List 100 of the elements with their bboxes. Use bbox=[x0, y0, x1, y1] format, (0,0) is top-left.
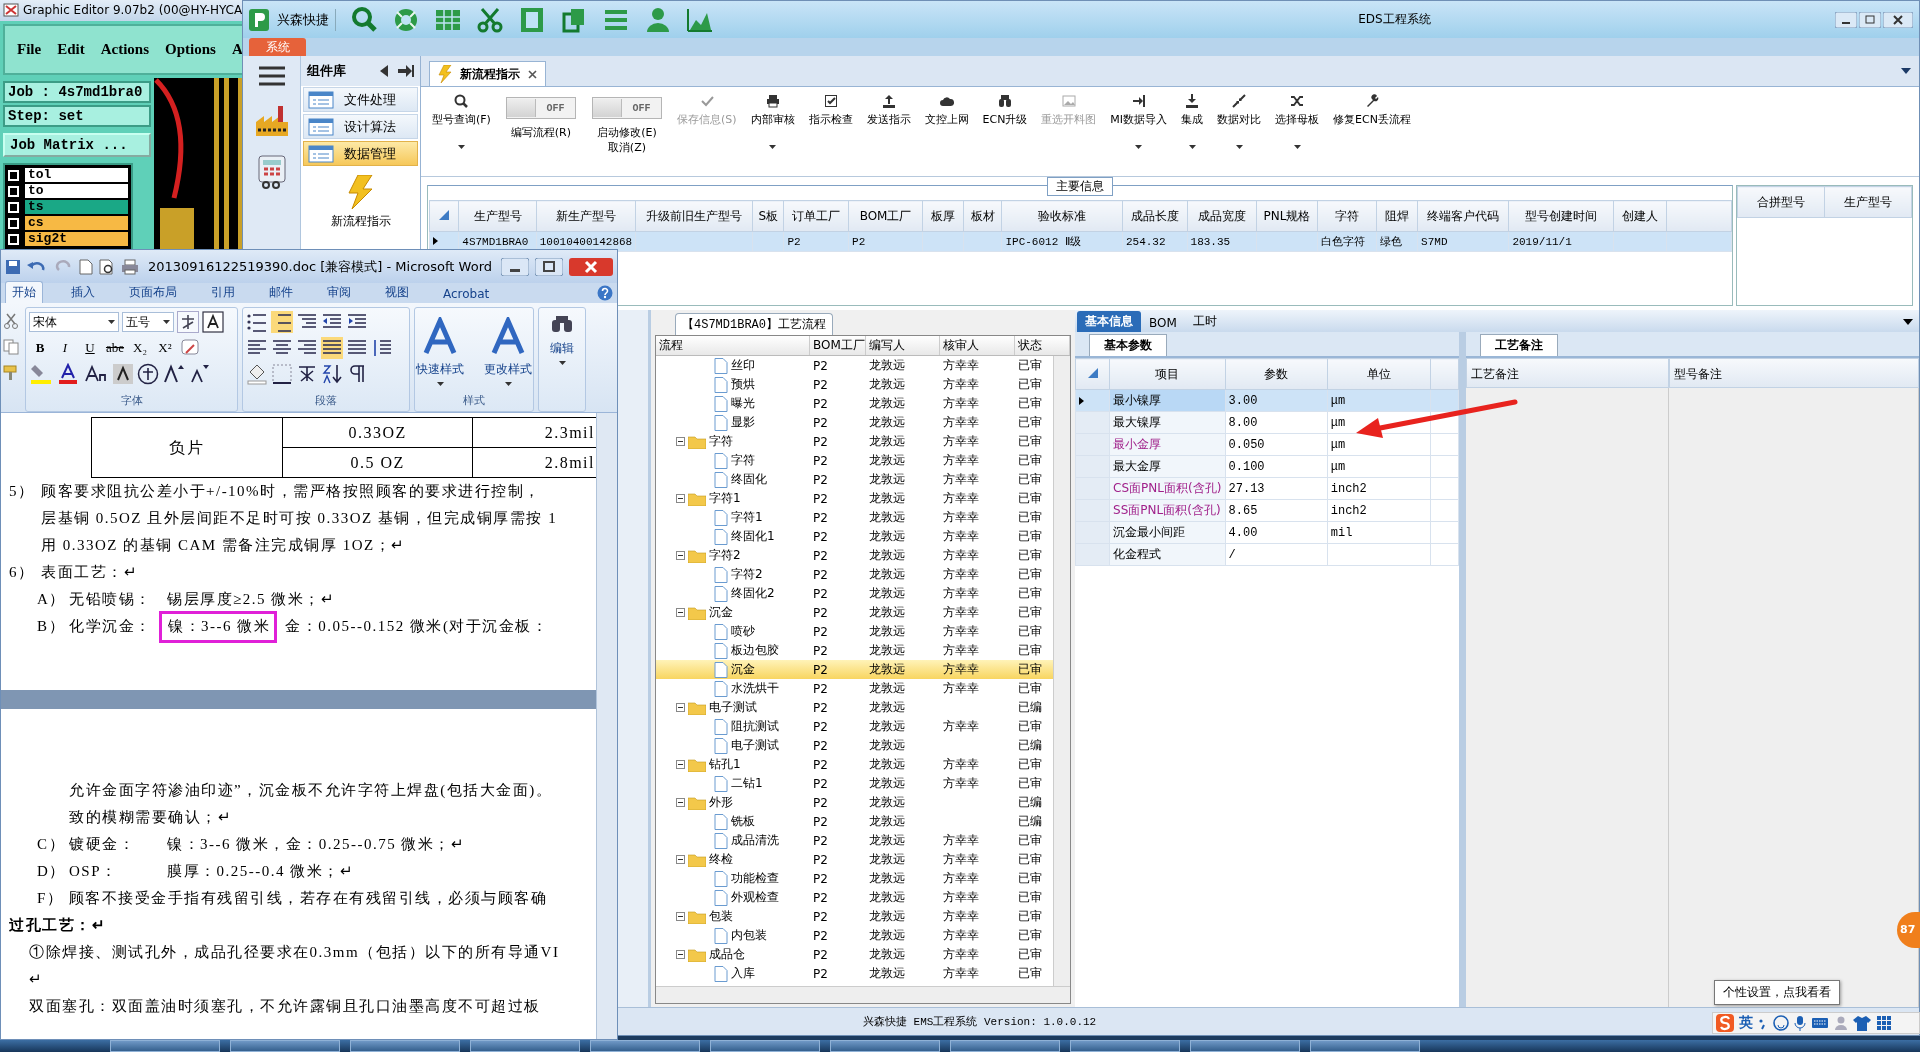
collapse-box[interactable] bbox=[676, 703, 685, 712]
toolbar-button[interactable]: 选择母板 bbox=[1270, 91, 1325, 176]
tree-row[interactable]: 字符2 P2 龙敦远 方幸幸 已审 bbox=[656, 546, 1053, 565]
numbered-list-icon[interactable] bbox=[271, 311, 293, 333]
toggle-switch[interactable]: OFF bbox=[505, 97, 576, 119]
paint-bucket-icon[interactable] bbox=[246, 363, 268, 385]
toolbar-button[interactable]: 指示检查 bbox=[803, 91, 858, 176]
printer-icon[interactable] bbox=[121, 258, 139, 275]
collapse-box[interactable] bbox=[676, 608, 685, 617]
print-preview-icon[interactable] bbox=[99, 258, 115, 275]
tree-row[interactable]: 字符 P2 龙敦远 方幸幸 已审 bbox=[656, 432, 1053, 451]
style-button[interactable]: 快速样式 bbox=[410, 315, 470, 387]
panel-tab[interactable]: 工艺备注 bbox=[1480, 334, 1558, 356]
chinese-layout-icon[interactable] bbox=[296, 363, 318, 385]
tree-row[interactable]: 显影 P2 龙敦远 方幸幸 已审 bbox=[656, 413, 1053, 432]
collapse-box[interactable] bbox=[676, 494, 685, 503]
tree-row[interactable]: 终固化 P2 龙敦远 方幸幸 已审 bbox=[656, 470, 1053, 489]
ime-logo-icon[interactable] bbox=[1716, 1014, 1734, 1032]
document-icon[interactable] bbox=[79, 258, 93, 275]
format-button[interactable]: X₂ bbox=[129, 337, 151, 359]
taskbar-button[interactable] bbox=[1070, 1040, 1180, 1052]
checkbox[interactable] bbox=[8, 169, 19, 181]
minimize-button[interactable] bbox=[1835, 11, 1857, 28]
close-button[interactable] bbox=[1883, 11, 1913, 28]
microphone-icon[interactable] bbox=[1794, 1015, 1806, 1031]
menu-item[interactable]: Edit bbox=[57, 40, 85, 58]
tree-row[interactable]: 沉金 P2 龙敦远 方幸幸 已审 bbox=[656, 660, 1053, 679]
taskbar-button[interactable] bbox=[830, 1040, 940, 1052]
ribbon-tab[interactable]: 页面布局 bbox=[123, 282, 183, 303]
toggle-switch[interactable]: OFF bbox=[591, 97, 662, 119]
tree-row[interactable]: 成品仓 P2 龙敦远 方幸幸 已审 bbox=[656, 945, 1053, 964]
tree-row[interactable]: 电子测试 P2 龙敦远 已编 bbox=[656, 736, 1053, 755]
format-button[interactable]: U bbox=[79, 337, 101, 359]
document-tab[interactable]: 新流程指示 bbox=[429, 61, 546, 86]
panel-tab[interactable]: 【4S7MD1BRA0】工艺流程 bbox=[675, 313, 833, 335]
collapse-box[interactable] bbox=[676, 912, 685, 921]
scrollbar[interactable] bbox=[656, 986, 1070, 1003]
ribbon-tab[interactable]: Acrobat bbox=[437, 285, 496, 303]
tree-row[interactable]: 阻抗测试 P2 龙敦远 方幸幸 已审 bbox=[656, 717, 1053, 736]
keyboard-icon[interactable] bbox=[1811, 1016, 1829, 1030]
ribbon-tab[interactable]: 审阅 bbox=[321, 282, 357, 303]
input-mode[interactable]: 英 bbox=[1739, 1014, 1753, 1032]
toolbar-button[interactable]: 型号查询(F) bbox=[427, 91, 496, 176]
layer-name[interactable]: to bbox=[25, 184, 128, 198]
phonetic-icon[interactable] bbox=[177, 311, 199, 333]
scissors-icon[interactable] bbox=[476, 5, 504, 34]
close-button[interactable] bbox=[569, 257, 613, 276]
tree-row[interactable]: 外观检查 P2 龙敦远 方幸幸 已审 bbox=[656, 888, 1053, 907]
dropdown-icon[interactable] bbox=[1903, 319, 1913, 325]
taskbar-button[interactable] bbox=[110, 1040, 220, 1052]
close-icon[interactable] bbox=[528, 69, 537, 79]
tree-row[interactable]: 曝光 P2 龙敦远 方幸幸 已审 bbox=[656, 394, 1053, 413]
style-button[interactable]: 更改样式 bbox=[478, 315, 538, 387]
bullet-list-icon[interactable] bbox=[246, 311, 268, 333]
tree-row[interactable]: 成品清洗 P2 龙敦远 方幸幸 已审 bbox=[656, 831, 1053, 850]
scrollbar[interactable] bbox=[1053, 356, 1070, 986]
font-size-field[interactable]: 五号 bbox=[122, 312, 174, 332]
menu-item[interactable]: Options bbox=[165, 40, 216, 58]
grow-font-icon[interactable] bbox=[162, 363, 184, 385]
tree-row[interactable]: 字符1 P2 龙敦远 方幸幸 已审 bbox=[656, 508, 1053, 527]
justify-icon[interactable] bbox=[321, 337, 343, 359]
pin-icon[interactable] bbox=[398, 64, 414, 78]
toolbar-button[interactable]: 修复ECN丢流程 bbox=[1328, 91, 1416, 176]
collapse-box[interactable] bbox=[676, 437, 685, 446]
minimize-button[interactable] bbox=[501, 257, 529, 276]
shading-icon[interactable] bbox=[112, 363, 134, 385]
taskbar-button[interactable] bbox=[950, 1040, 1060, 1052]
nav-item[interactable]: 数据管理 bbox=[303, 141, 418, 166]
layer-name[interactable]: ts bbox=[25, 200, 128, 214]
collapse-box[interactable] bbox=[676, 798, 685, 807]
taskbar-button[interactable] bbox=[1190, 1040, 1300, 1052]
tree-row[interactable]: 内包装 P2 龙敦远 方幸幸 已审 bbox=[656, 926, 1053, 945]
collapse-icon[interactable] bbox=[380, 65, 388, 77]
tree-row[interactable]: 丝印 P2 龙敦远 方幸幸 已审 bbox=[656, 356, 1053, 375]
tree-row[interactable]: 终固化2 P2 龙敦远 方幸幸 已审 bbox=[656, 584, 1053, 603]
toolbar-button[interactable]: ECN升级 bbox=[977, 91, 1033, 176]
maximize-button[interactable] bbox=[535, 257, 563, 276]
tree-row[interactable]: 沉金 P2 龙敦远 方幸幸 已审 bbox=[656, 603, 1053, 622]
collapse-box[interactable] bbox=[676, 855, 685, 864]
taskbar-button[interactable] bbox=[1310, 1040, 1420, 1052]
tree-row[interactable]: 字符 P2 龙敦远 方幸幸 已审 bbox=[656, 451, 1053, 470]
toolbar-button[interactable]: 集成 bbox=[1176, 91, 1209, 176]
tree-row[interactable]: 板边包胶 P2 龙敦远 方幸幸 已审 bbox=[656, 641, 1053, 660]
grid-icon[interactable] bbox=[1876, 1015, 1892, 1031]
nav-item[interactable]: 设计算法 bbox=[303, 114, 418, 139]
collapse-box[interactable] bbox=[676, 950, 685, 959]
format-button[interactable]: B bbox=[29, 337, 51, 359]
collapse-box[interactable] bbox=[676, 551, 685, 560]
taskbar-button[interactable] bbox=[710, 1040, 820, 1052]
menu-item[interactable]: Actions bbox=[100, 40, 149, 58]
tree-row[interactable]: 钻孔1 P2 龙敦远 方幸幸 已审 bbox=[656, 755, 1053, 774]
taskbar-button[interactable] bbox=[350, 1040, 460, 1052]
tree-row[interactable]: 包装 P2 龙敦远 方幸幸 已审 bbox=[656, 907, 1053, 926]
format-button[interactable]: X² bbox=[154, 337, 176, 359]
nav-item[interactable]: 文件处理 bbox=[303, 87, 418, 112]
tree-row[interactable]: 外形 P2 龙敦远 已编 bbox=[656, 793, 1053, 812]
taskbar-button[interactable] bbox=[590, 1040, 700, 1052]
toolbar-button[interactable]: 文控上网 bbox=[919, 91, 974, 176]
tree-row[interactable]: 字符1 P2 龙敦远 方幸幸 已审 bbox=[656, 489, 1053, 508]
tree-row[interactable]: 功能检查 P2 龙敦远 方幸幸 已审 bbox=[656, 869, 1053, 888]
